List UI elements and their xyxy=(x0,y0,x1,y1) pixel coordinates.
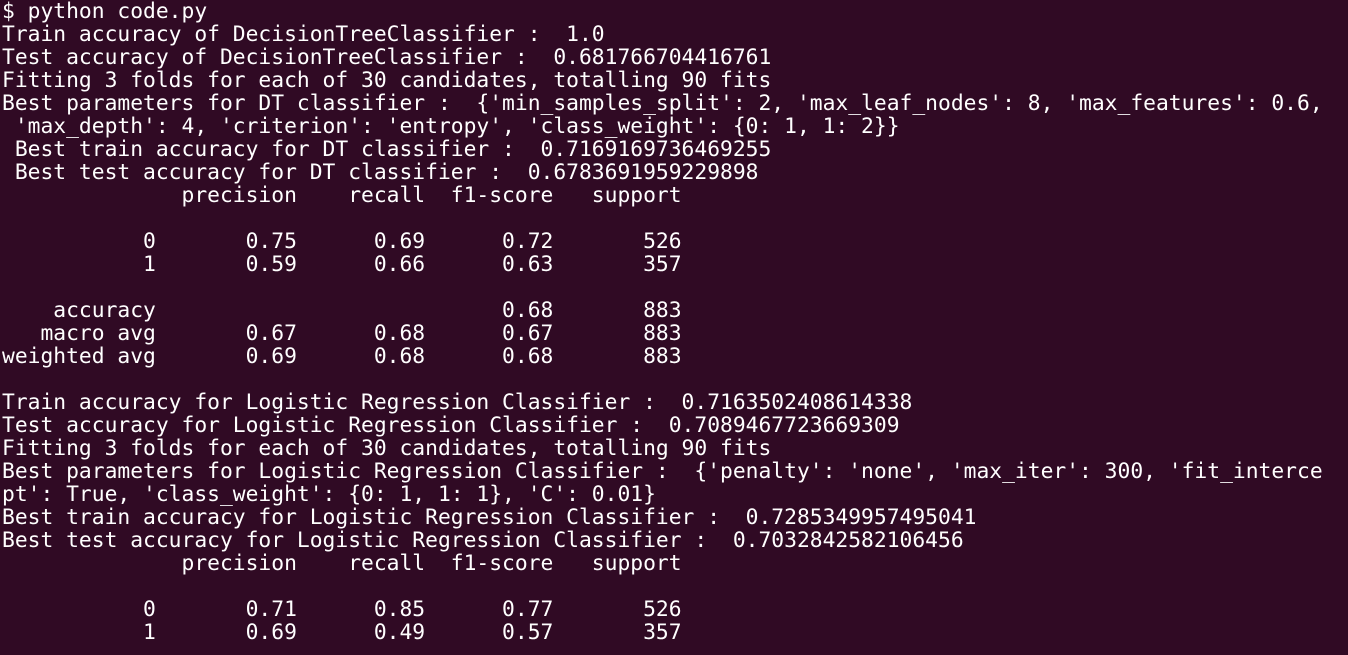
lr-report-class-1-line: 1 0.69 0.49 0.57 357 xyxy=(2,621,682,644)
lr-best-train-accuracy-line: Best train accuracy for Logistic Regress… xyxy=(2,506,977,529)
dt-report-macro-avg-line: macro avg 0.67 0.68 0.67 883 xyxy=(2,322,682,345)
dt-best-params-line: Best parameters for DT classifier : {'mi… xyxy=(2,92,1323,115)
lr-report-class-0-line: 0 0.71 0.85 0.77 526 xyxy=(2,598,682,621)
lr-best-params-line: Best parameters for Logistic Regression … xyxy=(2,460,1323,483)
dt-test-accuracy-line: Test accuracy of DecisionTreeClassifier … xyxy=(2,46,772,69)
lr-best-test-accuracy-line: Best test accuracy for Logistic Regressi… xyxy=(2,529,964,552)
lr-train-accuracy-line: Train accuracy for Logistic Regression C… xyxy=(2,391,913,414)
lr-fitting-line: Fitting 3 folds for each of 30 candidate… xyxy=(2,437,772,460)
prompt-command-line: $ python code.py xyxy=(2,0,208,23)
dt-best-params-continued-line: 'max_depth': 4, 'criterion': 'entropy', … xyxy=(2,115,900,138)
lr-best-params-continued-line: pt': True, 'class_weight': {0: 1, 1: 1},… xyxy=(2,483,656,506)
dt-report-weighted-avg-line: weighted avg 0.69 0.68 0.68 883 xyxy=(2,345,682,368)
dt-report-accuracy-line: accuracy 0.68 883 xyxy=(2,299,682,322)
dt-train-accuracy-line: Train accuracy of DecisionTreeClassifier… xyxy=(2,23,605,46)
lr-report-header-line: precision recall f1-score support xyxy=(2,552,682,575)
terminal-window[interactable]: $ python code.py Train accuracy of Decis… xyxy=(0,0,1348,655)
dt-report-header-line: precision recall f1-score support xyxy=(2,184,682,207)
dt-fitting-line: Fitting 3 folds for each of 30 candidate… xyxy=(2,69,772,92)
dt-best-test-accuracy-line: Best test accuracy for DT classifier : 0… xyxy=(2,161,759,184)
dt-report-class-1-line: 1 0.59 0.66 0.63 357 xyxy=(2,253,682,276)
dt-best-train-accuracy-line: Best train accuracy for DT classifier : … xyxy=(2,138,772,161)
lr-test-accuracy-line: Test accuracy for Logistic Regression Cl… xyxy=(2,414,900,437)
dt-report-class-0-line: 0 0.75 0.69 0.72 526 xyxy=(2,230,682,253)
